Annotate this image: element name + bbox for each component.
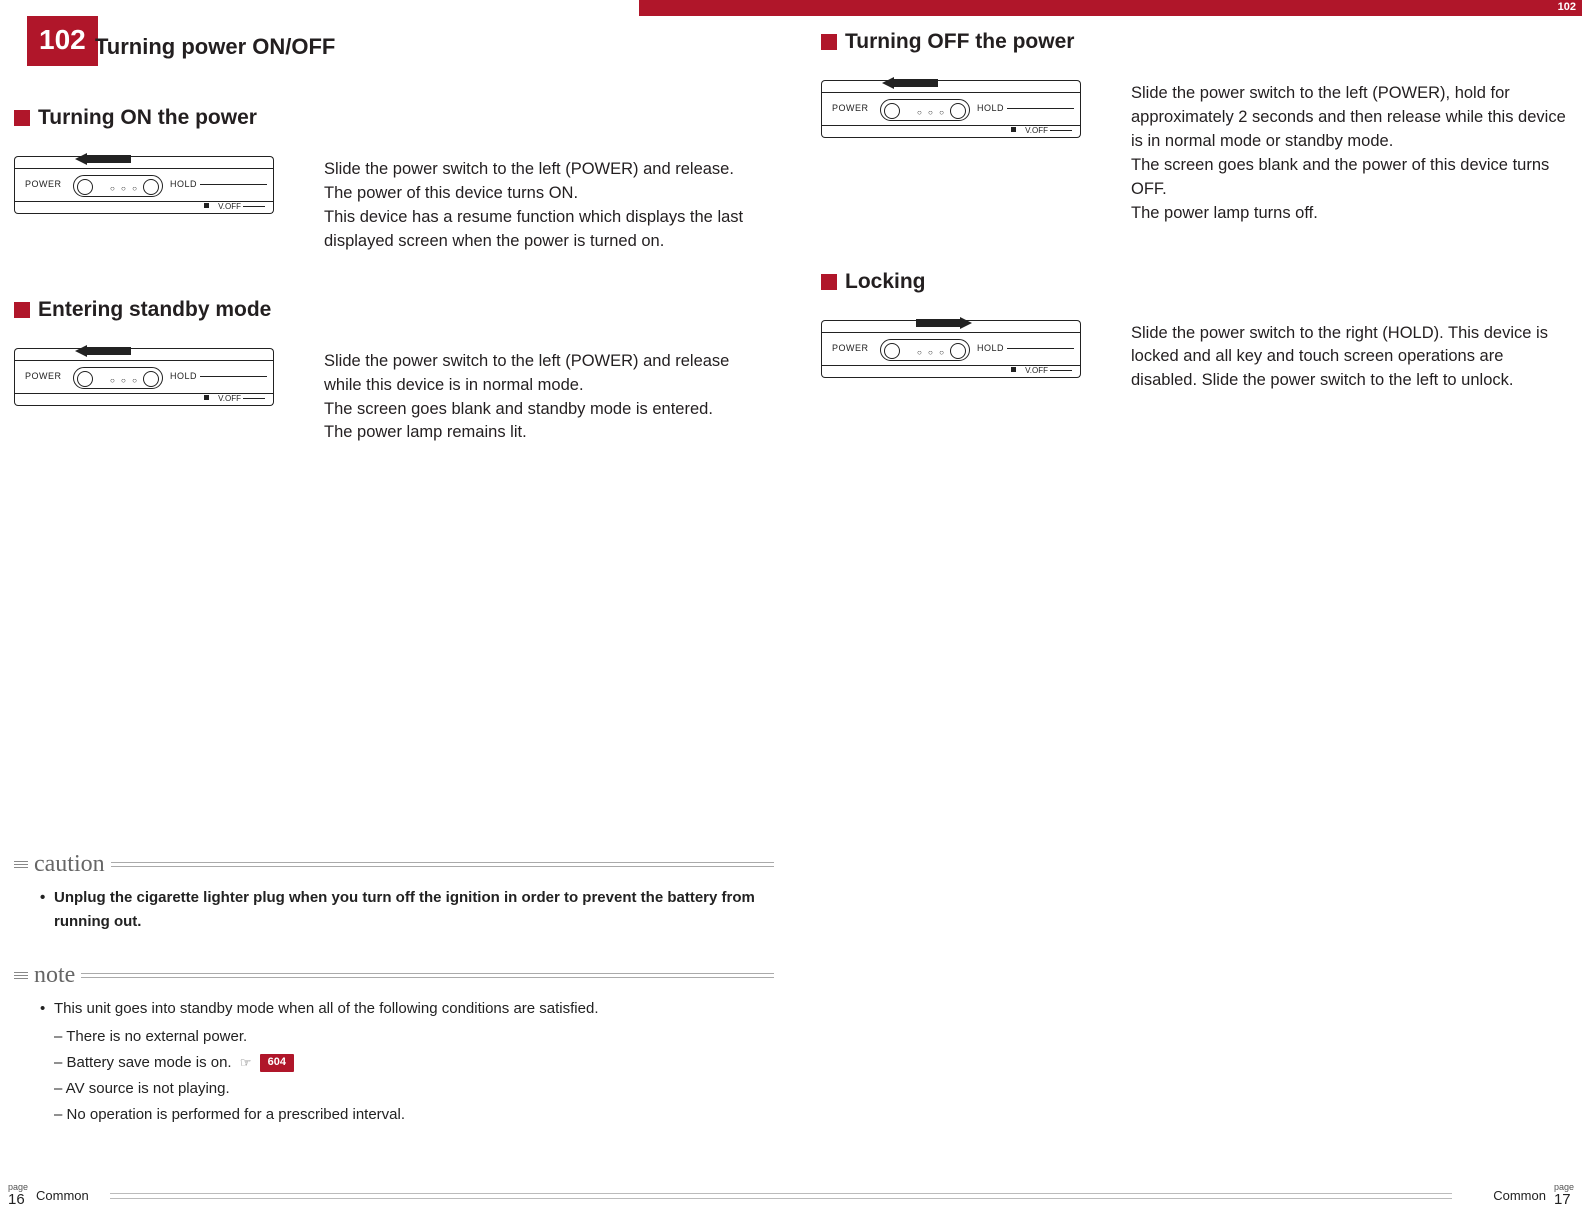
label-hold: HOLD	[977, 343, 1004, 353]
page-title: Turning power ON/OFF	[95, 34, 335, 60]
label-power: POWER	[832, 103, 869, 113]
footer-left: page 16 Common	[8, 1183, 89, 1207]
page-number-badge: 102	[27, 16, 98, 66]
reference-badge: 604	[260, 1054, 294, 1072]
right-column: Turning OFF the power POWER ○ ○ ○ HOLD	[821, 80, 1568, 489]
footer-section: Common	[1493, 1188, 1546, 1203]
section-title: Turning OFF the power	[845, 30, 1074, 54]
rule-line	[111, 862, 774, 867]
page-number-right: 17	[1554, 1192, 1574, 1207]
section-description: Slide the power switch to the left (POWE…	[1131, 74, 1568, 226]
label-hold: HOLD	[170, 179, 197, 189]
label-voff: V.OFF	[218, 202, 241, 211]
label-power: POWER	[25, 179, 62, 189]
section-title: Entering standby mode	[38, 298, 271, 322]
label-power: POWER	[832, 343, 869, 353]
note-header: note	[14, 962, 774, 989]
label-hold: HOLD	[170, 371, 197, 381]
rule-icon	[14, 861, 28, 868]
page-footer: page 16 Common Common page 17	[0, 1179, 1582, 1207]
section-turning-on: Turning ON the power POWER ○ ○ ○ HOLD	[14, 106, 761, 254]
note-sub-text: – Battery save mode is on.	[54, 1054, 232, 1071]
label-voff: V.OFF	[1025, 366, 1048, 375]
note-sub-item: – There is no external power.	[40, 1025, 774, 1049]
note-sub-item: – Battery save mode is on. ☞ 604	[40, 1051, 774, 1075]
caution-header: caution	[14, 851, 774, 878]
section-marker-icon	[14, 302, 30, 318]
section-marker-icon	[821, 34, 837, 50]
caution-item: Unplug the cigarette lighter plug when y…	[40, 886, 774, 934]
section-standby: Entering standby mode POWER ○ ○ ○ HOLD	[14, 298, 761, 446]
footer-section: Common	[36, 1188, 89, 1203]
section-title: Turning ON the power	[38, 106, 257, 130]
section-description: Slide the power switch to the right (HOL…	[1131, 314, 1568, 394]
page-number-left: 16	[8, 1192, 28, 1207]
note-intro: This unit goes into standby mode when al…	[40, 997, 774, 1021]
power-switch-illustration: POWER ○ ○ ○ HOLD V.OFF	[14, 342, 294, 432]
section-description: Slide the power switch to the left (POWE…	[324, 342, 761, 446]
section-title: Locking	[845, 270, 926, 294]
header-accent-bar: 102	[639, 0, 1582, 16]
left-column: Turning ON the power POWER ○ ○ ○ HOLD	[14, 80, 761, 489]
power-switch-illustration: POWER ○ ○ ○ HOLD V.OFF	[821, 314, 1101, 404]
power-switch-illustration: POWER ○ ○ ○ HOLD V.OFF	[14, 150, 294, 240]
caution-body: Unplug the cigarette lighter plug when y…	[14, 886, 774, 934]
callouts-block: caution Unplug the cigarette lighter plu…	[14, 851, 774, 1155]
label-hold: HOLD	[977, 103, 1004, 113]
footer-right: Common page 17	[1493, 1183, 1574, 1207]
header-page-number: 102	[1558, 1, 1576, 13]
power-switch-illustration: POWER ○ ○ ○ HOLD V.OFF	[821, 74, 1101, 164]
rule-line	[81, 973, 774, 978]
rule-icon	[14, 972, 28, 979]
section-description: Slide the power switch to the left (POWE…	[324, 150, 761, 254]
note-label: note	[34, 962, 75, 989]
content-columns: Turning ON the power POWER ○ ○ ○ HOLD	[14, 80, 1568, 489]
reference-icon: ☞	[240, 1055, 252, 1070]
label-voff: V.OFF	[1025, 126, 1048, 135]
caution-label: caution	[34, 851, 105, 878]
label-voff: V.OFF	[218, 394, 241, 403]
label-power: POWER	[25, 371, 62, 381]
note-body: This unit goes into standby mode when al…	[14, 997, 774, 1127]
section-marker-icon	[14, 110, 30, 126]
section-turning-off: Turning OFF the power POWER ○ ○ ○ HOLD	[821, 30, 1568, 226]
section-marker-icon	[821, 274, 837, 290]
section-locking: Locking POWER ○ ○ ○ HOLD	[821, 270, 1568, 404]
footer-rule	[110, 1193, 1452, 1199]
note-sub-item: – AV source is not playing.	[40, 1077, 774, 1101]
note-sub-item: – No operation is performed for a prescr…	[40, 1103, 774, 1127]
